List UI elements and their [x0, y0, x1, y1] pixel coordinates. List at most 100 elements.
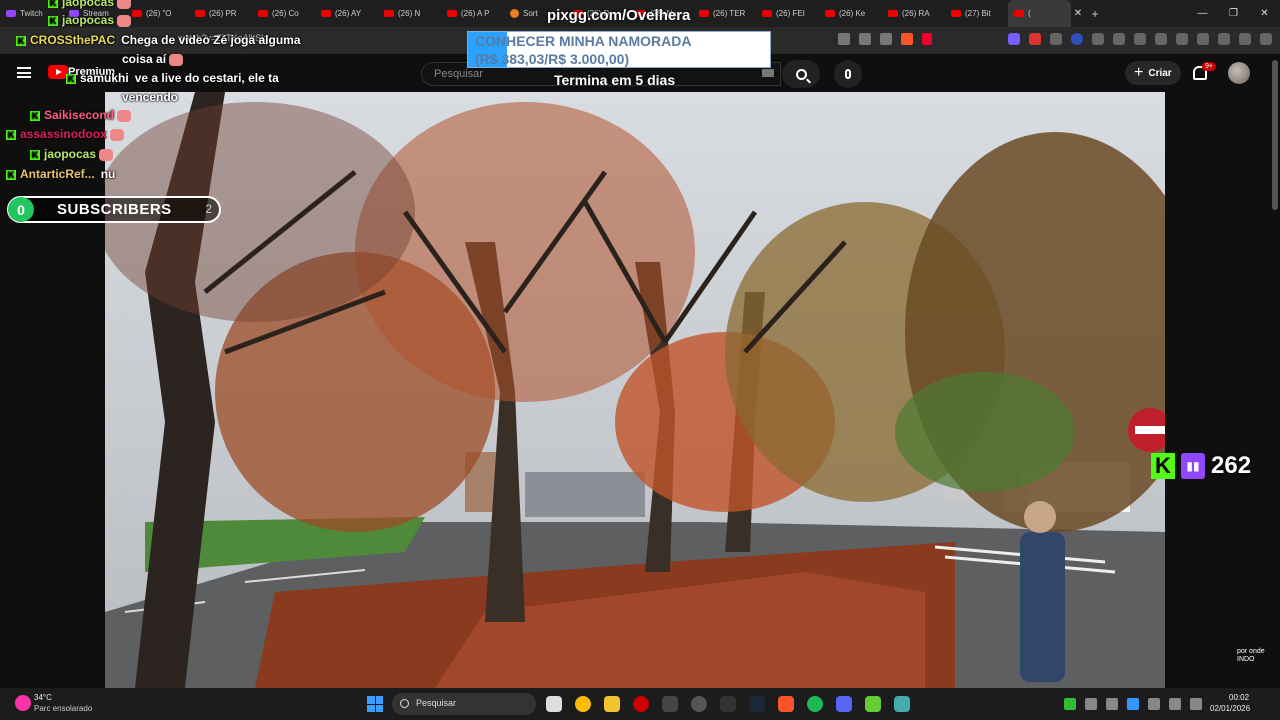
chat-message: coisa aí — [122, 52, 184, 66]
network-icon[interactable] — [1169, 698, 1181, 710]
task-view-icon[interactable] — [546, 696, 562, 712]
chat-username: jaopocas — [62, 13, 115, 27]
twitch-icon: ▮▮ — [1181, 453, 1205, 479]
chat-message: Ksamukhi ve a live do cestari, ele ta — [66, 71, 279, 85]
video-player[interactable] — [105, 92, 1165, 688]
windows-taskbar: 34°C Parc ensolarado Pesquisar 00:02 02/… — [0, 688, 1280, 720]
browser-tab[interactable]: (26) TER — [693, 0, 756, 27]
plus-icon: + — [1134, 64, 1144, 81]
weather-icon[interactable] — [15, 695, 31, 711]
brave-rewards-icon[interactable] — [922, 33, 932, 45]
restore-icon[interactable]: ❐ — [1218, 0, 1249, 27]
extension-icon[interactable] — [1050, 33, 1062, 45]
extension-icon[interactable] — [1071, 33, 1083, 45]
hamburger-menu-icon[interactable] — [17, 67, 31, 78]
weather-temperature[interactable]: 34°C — [34, 693, 52, 702]
chat-username: Saikisecond — [44, 108, 115, 122]
browser-tab[interactable]: (26) "O — [126, 0, 189, 27]
account-avatar[interactable] — [1228, 62, 1250, 84]
windows-start-icon[interactable] — [367, 696, 383, 712]
tab-label: (26) TER — [713, 9, 746, 18]
notepad-icon[interactable] — [894, 696, 910, 712]
clock-date[interactable]: 02/01/2026 — [1210, 704, 1250, 713]
weather-description[interactable]: Parc ensolarado — [34, 704, 92, 713]
tab-label: (26) PR — [209, 9, 237, 18]
tab-label: (26) N — [398, 9, 421, 18]
app-icon[interactable] — [691, 696, 707, 712]
youtube-icon — [762, 10, 772, 17]
browser-tab[interactable]: (26) PR — [189, 0, 252, 27]
brave-shield-icon[interactable] — [901, 33, 913, 45]
spotify-icon[interactable] — [807, 696, 823, 712]
window-controls: — ❐ ✕ — [1187, 0, 1280, 27]
tray-icon[interactable] — [1085, 698, 1097, 710]
steam-icon[interactable] — [749, 696, 765, 712]
extension-icon[interactable] — [1029, 33, 1041, 45]
search-button[interactable] — [782, 60, 820, 88]
close-window-icon[interactable]: ✕ — [1249, 0, 1280, 27]
browser-tab[interactable]: (26) AY — [315, 0, 378, 27]
discord-icon[interactable] — [836, 696, 852, 712]
share-icon[interactable] — [859, 33, 871, 45]
tab-label: (26) Ke — [839, 9, 866, 18]
tray-icon[interactable] — [1106, 698, 1118, 710]
new-tab-icon[interactable]: + — [1085, 7, 1105, 21]
youtube-icon — [384, 10, 394, 17]
tab-label: ( — [1028, 9, 1031, 18]
menu-icon[interactable] — [1260, 33, 1272, 45]
extension-icon[interactable] — [1134, 33, 1146, 45]
youtube-icon — [951, 10, 961, 17]
donation-goal-amount: (R$ 383,03/R$ 3.000,00) — [475, 51, 630, 67]
voice-search-button[interactable] — [834, 60, 862, 88]
browser-tab[interactable]: (26) N — [378, 0, 441, 27]
keyboard-icon[interactable] — [762, 69, 774, 77]
brave-icon[interactable] — [778, 696, 794, 712]
chat-username: samukhi — [80, 71, 129, 85]
youtube-logo-icon[interactable] — [48, 65, 68, 79]
tab-label: (26) Co — [272, 9, 299, 18]
clock-time[interactable]: 00:02 — [1229, 693, 1249, 702]
pix-url: pixgg.com/Ovelhera — [547, 7, 691, 24]
address-bar-icons — [838, 33, 932, 45]
ai-icon[interactable] — [1218, 33, 1230, 45]
browser-tab[interactable]: (26) RA — [882, 0, 945, 27]
browser-tab[interactable]: ( — [1008, 0, 1071, 27]
browser-tab[interactable]: (26) A P — [441, 0, 504, 27]
youtube-icon — [258, 10, 268, 17]
app-icon[interactable] — [865, 696, 881, 712]
star-icon[interactable] — [880, 33, 892, 45]
vpn-icon[interactable] — [1239, 33, 1251, 45]
app-icon[interactable] — [662, 696, 678, 712]
screen-icon[interactable] — [838, 33, 850, 45]
close-tab-icon[interactable]: ✕ — [1071, 8, 1085, 19]
extension-icon[interactable] — [1092, 33, 1104, 45]
chrome-icon[interactable] — [575, 696, 591, 712]
app-icon[interactable] — [720, 696, 736, 712]
create-button[interactable]: + Criar — [1125, 61, 1181, 85]
opera-icon[interactable] — [633, 696, 649, 712]
tab-label: (26) A P — [461, 9, 490, 18]
music-icon[interactable] — [1155, 33, 1167, 45]
file-explorer-icon[interactable] — [604, 696, 620, 712]
browser-tab[interactable]: (26) Co — [252, 0, 315, 27]
sort-icon — [510, 9, 519, 18]
browser-tab[interactable]: (26) Ke — [819, 0, 882, 27]
browser-tab[interactable]: (27) Bit — [945, 0, 1008, 27]
tray-icon[interactable] — [1064, 698, 1076, 710]
minimize-icon[interactable]: — — [1187, 0, 1218, 27]
page-scrollbar[interactable] — [1272, 60, 1278, 210]
youtube-icon — [447, 10, 457, 17]
chat-username: AntarticRef... — [20, 167, 95, 181]
extension-icon[interactable] — [1008, 33, 1020, 45]
chat-message: K Saikisecond — [30, 108, 132, 122]
volume-icon[interactable] — [1190, 698, 1202, 710]
bluetooth-icon[interactable] — [1127, 698, 1139, 710]
microphone-tray-icon[interactable] — [1148, 698, 1160, 710]
puzzle-icon[interactable] — [1113, 33, 1125, 45]
taskbar-search-input[interactable]: Pesquisar — [392, 693, 536, 715]
youtube-icon — [825, 10, 835, 17]
subscribers-goal-target: 2 — [205, 202, 212, 216]
sidebar-icon[interactable] — [1176, 33, 1188, 45]
browser-tab[interactable]: (26) FEI — [756, 0, 819, 27]
wallet-icon[interactable] — [1197, 33, 1209, 45]
